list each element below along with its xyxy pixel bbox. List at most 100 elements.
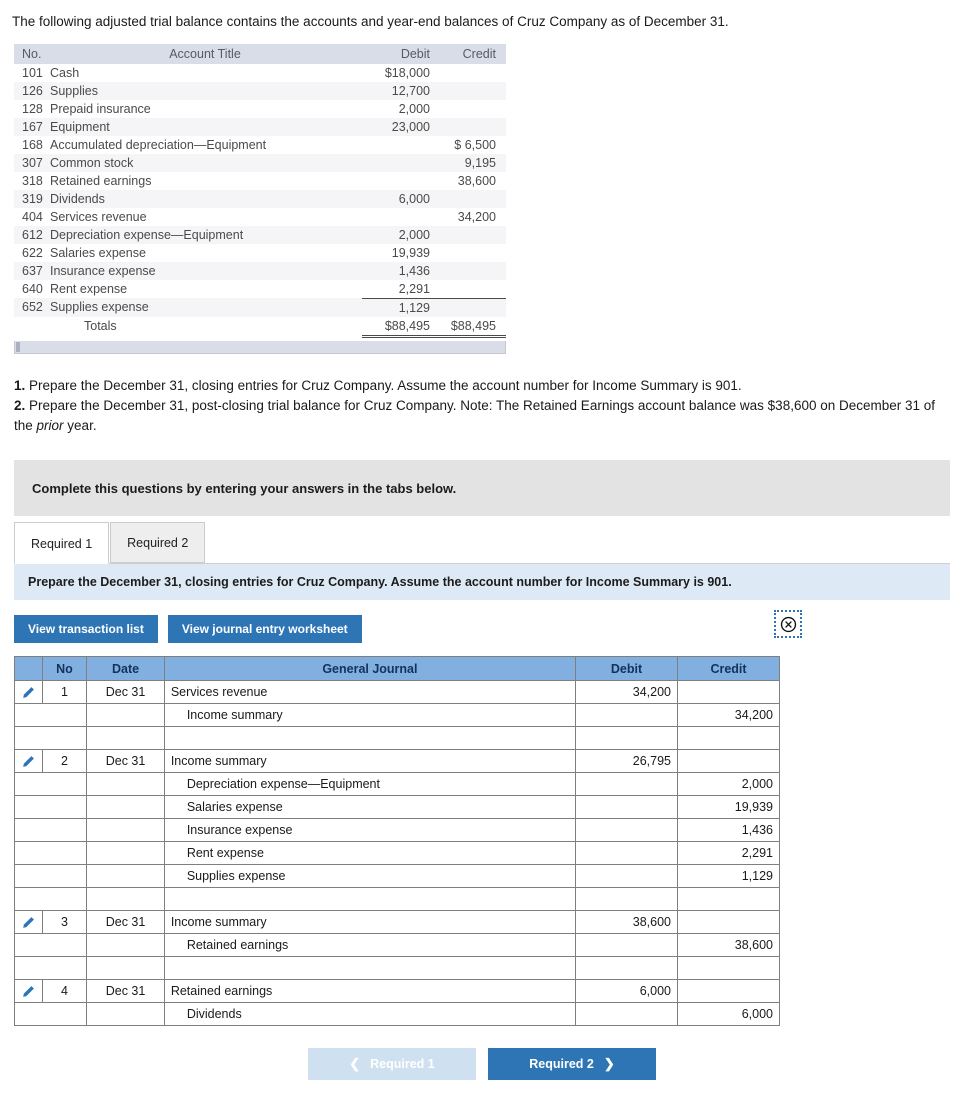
journal-cell-debit[interactable] bbox=[575, 726, 678, 751]
journal-cell-date[interactable] bbox=[86, 703, 165, 728]
journal-cell-no[interactable]: 4 bbox=[41, 979, 88, 1004]
journal-entry-row: Dividends 6,000 bbox=[14, 1002, 780, 1027]
journal-cell-account[interactable]: Income summary bbox=[163, 749, 577, 774]
journal-cell-account[interactable]: Retained earnings bbox=[163, 933, 577, 958]
tb-cell-title: Salaries expense bbox=[50, 245, 146, 260]
journal-cell-date[interactable]: Dec 31 bbox=[86, 910, 165, 935]
journal-cell-credit[interactable] bbox=[677, 910, 780, 935]
journal-cell-date[interactable] bbox=[86, 1002, 165, 1027]
journal-cell-debit[interactable] bbox=[575, 818, 678, 843]
journal-cell-debit[interactable]: 6,000 bbox=[575, 979, 678, 1004]
journal-cell-debit[interactable] bbox=[575, 864, 678, 889]
tb-cell-title: Depreciation expense—Equipment bbox=[50, 227, 244, 242]
journal-cell-credit[interactable]: 2,000 bbox=[677, 772, 780, 797]
journal-cell-account[interactable]: Rent expense bbox=[163, 841, 577, 866]
journal-cell-no[interactable]: 3 bbox=[41, 910, 88, 935]
journal-cell-no[interactable] bbox=[41, 887, 88, 912]
journal-cell-account[interactable]: Depreciation expense—Equipment bbox=[163, 772, 577, 797]
journal-cell-no[interactable]: 1 bbox=[41, 680, 88, 705]
journal-cell-credit[interactable] bbox=[677, 680, 780, 705]
journal-cell-no[interactable] bbox=[41, 1002, 88, 1027]
journal-cell-no[interactable] bbox=[41, 956, 88, 981]
journal-cell-date[interactable] bbox=[86, 795, 165, 820]
edit-row-button[interactable] bbox=[14, 749, 43, 774]
journal-cell-credit[interactable]: 19,939 bbox=[677, 795, 780, 820]
journal-cell-debit[interactable]: 38,600 bbox=[575, 910, 678, 935]
journal-cell-no[interactable] bbox=[41, 772, 88, 797]
journal-cell-debit[interactable] bbox=[575, 887, 678, 912]
journal-cell-no[interactable] bbox=[41, 726, 88, 751]
journal-cell-no[interactable] bbox=[41, 841, 88, 866]
view-transaction-list-button[interactable]: View transaction list bbox=[14, 615, 158, 644]
journal-cell-debit[interactable] bbox=[575, 933, 678, 958]
trial-balance-scrollbar[interactable] bbox=[14, 340, 506, 354]
journal-cell-date[interactable] bbox=[86, 841, 165, 866]
journal-cell-account[interactable]: Dividends bbox=[163, 1002, 577, 1027]
tab-required-2[interactable]: Required 2 bbox=[110, 522, 206, 564]
trial-balance-row: 126 Supplies 12,700 bbox=[14, 81, 506, 100]
journal-cell-date[interactable] bbox=[86, 864, 165, 889]
journal-cell-no[interactable]: 2 bbox=[41, 749, 88, 774]
journal-cell-account[interactable]: Services revenue bbox=[163, 680, 577, 705]
journal-cell-debit[interactable] bbox=[575, 956, 678, 981]
edit-row-spacer bbox=[14, 933, 43, 958]
journal-cell-credit[interactable]: 34,200 bbox=[677, 703, 780, 728]
journal-cell-date[interactable] bbox=[86, 772, 165, 797]
tb-cell-title: Accumulated depreciation—Equipment bbox=[50, 137, 267, 152]
journal-cell-debit[interactable] bbox=[575, 841, 678, 866]
journal-cell-debit[interactable] bbox=[575, 1002, 678, 1027]
trial-balance-row: 307 Common stock 9,195 bbox=[14, 153, 506, 172]
journal-cell-debit[interactable]: 34,200 bbox=[575, 680, 678, 705]
journal-cell-date[interactable]: Dec 31 bbox=[86, 680, 165, 705]
journal-cell-credit[interactable]: 6,000 bbox=[677, 1002, 780, 1027]
journal-cell-credit[interactable]: 2,291 bbox=[677, 841, 780, 866]
journal-cell-debit[interactable]: 26,795 bbox=[575, 749, 678, 774]
journal-cell-credit[interactable] bbox=[677, 979, 780, 1004]
previous-required-button[interactable]: ❮ Required 1 bbox=[308, 1048, 476, 1081]
tb-cell-title: Services revenue bbox=[50, 209, 147, 224]
journal-cell-no[interactable] bbox=[41, 703, 88, 728]
journal-cell-no[interactable] bbox=[41, 795, 88, 820]
journal-cell-date[interactable] bbox=[86, 887, 165, 912]
journal-cell-credit[interactable] bbox=[677, 887, 780, 912]
journal-cell-credit[interactable]: 38,600 bbox=[677, 933, 780, 958]
journal-cell-account[interactable] bbox=[163, 956, 577, 981]
journal-cell-account[interactable]: Supplies expense bbox=[163, 864, 577, 889]
journal-cell-credit[interactable]: 1,129 bbox=[677, 864, 780, 889]
journal-cell-credit[interactable] bbox=[677, 956, 780, 981]
tab-required-1[interactable]: Required 1 bbox=[14, 522, 110, 565]
journal-cell-credit[interactable]: 1,436 bbox=[677, 818, 780, 843]
previous-required-label: Required 1 bbox=[370, 1057, 435, 1072]
journal-cell-credit[interactable] bbox=[677, 726, 780, 751]
journal-cell-account[interactable] bbox=[163, 726, 577, 751]
journal-cell-date[interactable]: Dec 31 bbox=[86, 749, 165, 774]
scrollbar-thumb[interactable] bbox=[16, 341, 20, 352]
journal-cell-debit[interactable] bbox=[575, 772, 678, 797]
journal-entry-row: Depreciation expense—Equipment 2,000 bbox=[14, 772, 780, 797]
journal-cell-account[interactable]: Salaries expense bbox=[163, 795, 577, 820]
close-circle-icon[interactable] bbox=[774, 610, 802, 639]
journal-cell-account[interactable] bbox=[163, 887, 577, 912]
journal-cell-account[interactable]: Retained earnings bbox=[163, 979, 577, 1004]
journal-cell-date[interactable] bbox=[86, 818, 165, 843]
journal-cell-account[interactable]: Income summary bbox=[163, 703, 577, 728]
edit-row-button[interactable] bbox=[14, 680, 43, 705]
tb-cell-credit bbox=[440, 118, 506, 136]
journal-cell-date[interactable]: Dec 31 bbox=[86, 979, 165, 1004]
journal-cell-date[interactable] bbox=[86, 933, 165, 958]
journal-cell-date[interactable] bbox=[86, 726, 165, 751]
journal-cell-credit[interactable] bbox=[677, 749, 780, 774]
journal-cell-account[interactable]: Income summary bbox=[163, 910, 577, 935]
journal-cell-date[interactable] bbox=[86, 956, 165, 981]
journal-cell-debit[interactable] bbox=[575, 703, 678, 728]
edit-row-button[interactable] bbox=[14, 979, 43, 1004]
next-required-button[interactable]: Required 2 ❯ bbox=[488, 1048, 656, 1081]
journal-cell-no[interactable] bbox=[41, 933, 88, 958]
journal-cell-no[interactable] bbox=[41, 818, 88, 843]
journal-cell-account[interactable]: Insurance expense bbox=[163, 818, 577, 843]
journal-cell-debit[interactable] bbox=[575, 795, 678, 820]
journal-cell-no[interactable] bbox=[41, 864, 88, 889]
edit-row-button[interactable] bbox=[14, 910, 43, 935]
view-journal-entry-worksheet-button[interactable]: View journal entry worksheet bbox=[167, 615, 362, 644]
tb-cell-no: 640 bbox=[22, 281, 43, 296]
